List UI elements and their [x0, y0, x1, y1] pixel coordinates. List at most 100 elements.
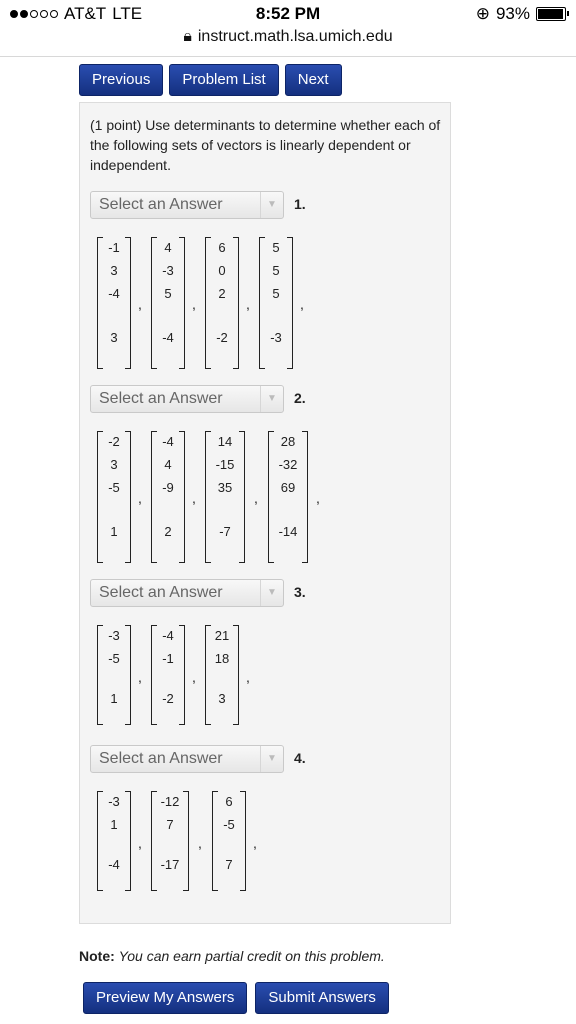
vector-matrix: -2 3 -5 1 [97, 431, 131, 563]
problem-nav: Previous Problem List Next [79, 64, 342, 96]
vector-entry: -5 [108, 651, 120, 666]
problem-statement: (1 point) Use determinants to determine … [90, 117, 441, 173]
battery-percent: 93% [495, 4, 530, 23]
submit-answers-button[interactable]: Submit Answers [255, 982, 389, 1014]
vector-entry: -2 [216, 330, 228, 345]
note-label: Note: [79, 948, 115, 964]
comma: , [138, 490, 142, 506]
partial-credit-note: Note: You can earn partial credit on thi… [79, 948, 385, 964]
vector-entry: -32 [278, 457, 298, 472]
question-number: 1. [294, 196, 306, 212]
vector-entry: 1 [110, 691, 118, 706]
vector-matrix: 6 -5 7 [212, 791, 246, 891]
vector-entry: 2 [218, 286, 226, 301]
address-bar[interactable]: 🔒︎ instruct.math.lsa.umich.edu [0, 28, 576, 54]
vector-entry: 18 [214, 651, 230, 666]
vector-matrix: 21 18 3 [205, 625, 239, 725]
vector-entry: 3 [110, 457, 118, 472]
answer-select-2[interactable]: Select an Answer ▼ [90, 385, 284, 413]
vector-entry: -17 [160, 857, 180, 872]
next-button[interactable]: Next [284, 64, 342, 96]
problem-panel: (1 point) Use determinants to determine … [79, 102, 451, 924]
previous-button[interactable]: Previous [79, 64, 164, 96]
problem-list-button[interactable]: Problem List [169, 64, 279, 96]
vector-entry: 1 [110, 817, 118, 832]
vector-entry: -4 [162, 330, 174, 345]
vector-matrix: -3 -5 1 [97, 625, 131, 725]
comma: , [138, 669, 142, 685]
vector-entry: -2 [162, 691, 174, 706]
vector-entry: 5 [164, 286, 172, 301]
vector-matrix: 28 -32 69 -14 [268, 431, 308, 563]
vector-entry: 3 [110, 330, 118, 345]
status-right: ⊕ 93% [475, 4, 569, 24]
vector-entry: -4 [108, 857, 120, 872]
vector-entry: 4 [164, 457, 172, 472]
vector-matrix: -12 7 -17 [151, 791, 189, 891]
vector-entry: 0 [218, 263, 226, 278]
comma: , [254, 490, 258, 506]
comma: , [246, 296, 250, 312]
vector-entry: -1 [162, 651, 174, 666]
vector-entry: 5 [272, 240, 280, 255]
lock-icon: 🔒︎ [183, 28, 192, 45]
comma: , [138, 296, 142, 312]
vector-matrix: 4 -3 5 -4 [151, 237, 185, 369]
answer-select-4[interactable]: Select an Answer ▼ [90, 745, 284, 773]
vector-matrix: -1 3 -4 3 [97, 237, 131, 369]
note-text: You can earn partial credit on this prob… [118, 948, 385, 964]
vector-entry: 21 [214, 628, 230, 643]
vector-entry: 2 [164, 524, 172, 539]
vector-matrix: -4 4 -9 2 [151, 431, 185, 563]
select-label: Select an Answer [99, 584, 223, 601]
vector-entry: -5 [108, 480, 120, 495]
answer-select-3[interactable]: Select an Answer ▼ [90, 579, 284, 607]
vector-entry: 6 [218, 240, 226, 255]
preview-answers-button[interactable]: Preview My Answers [83, 982, 248, 1014]
vector-entry: -4 [108, 286, 120, 301]
vector-entry: 28 [280, 434, 296, 449]
orientation-lock-icon: ⊕ [475, 4, 490, 23]
vector-entry: -4 [162, 434, 174, 449]
vector-entry: -3 [108, 794, 120, 809]
question-number: 2. [294, 390, 306, 406]
select-label: Select an Answer [99, 390, 223, 407]
battery-icon [536, 7, 569, 21]
dropdown-arrow-icon: ▼ [260, 580, 283, 606]
vector-entry: -3 [162, 263, 174, 278]
url-text: instruct.math.lsa.umich.edu [197, 28, 393, 45]
vector-entry: 6 [225, 794, 233, 809]
comma: , [316, 490, 320, 506]
vector-entry: 35 [217, 480, 233, 495]
select-label: Select an Answer [99, 750, 223, 767]
dropdown-arrow-icon: ▼ [260, 746, 283, 772]
answer-select-1[interactable]: Select an Answer ▼ [90, 191, 284, 219]
vector-entry: -12 [160, 794, 180, 809]
vector-entry: -1 [108, 240, 120, 255]
vector-matrix: 14 -15 35 -7 [205, 431, 245, 563]
vector-matrix: -4 -1 -2 [151, 625, 185, 725]
vector-entry: -9 [162, 480, 174, 495]
vector-entry: 5 [272, 286, 280, 301]
dropdown-arrow-icon: ▼ [260, 192, 283, 218]
vector-entry: -3 [108, 628, 120, 643]
vector-entry: -3 [270, 330, 282, 345]
comma: , [138, 835, 142, 851]
vector-entry: 7 [225, 857, 233, 872]
comma: , [192, 490, 196, 506]
select-label: Select an Answer [99, 196, 223, 213]
status-bar: AT&T LTE 8:52 PM ⊕ 93% [0, 0, 576, 28]
vector-entry: 3 [218, 691, 226, 706]
comma: , [300, 296, 304, 312]
vector-entry: -2 [108, 434, 120, 449]
vector-matrix: -3 1 -4 [97, 791, 131, 891]
vector-entry: 4 [164, 240, 172, 255]
question-number: 4. [294, 750, 306, 766]
vector-entry: 7 [166, 817, 174, 832]
vector-matrix: 6 0 2 -2 [205, 237, 239, 369]
comma: , [246, 669, 250, 685]
vector-entry: -7 [219, 524, 231, 539]
submit-actions: Preview My Answers Submit Answers [83, 982, 389, 1014]
vector-matrix: 5 5 5 -3 [259, 237, 293, 369]
comma: , [192, 296, 196, 312]
